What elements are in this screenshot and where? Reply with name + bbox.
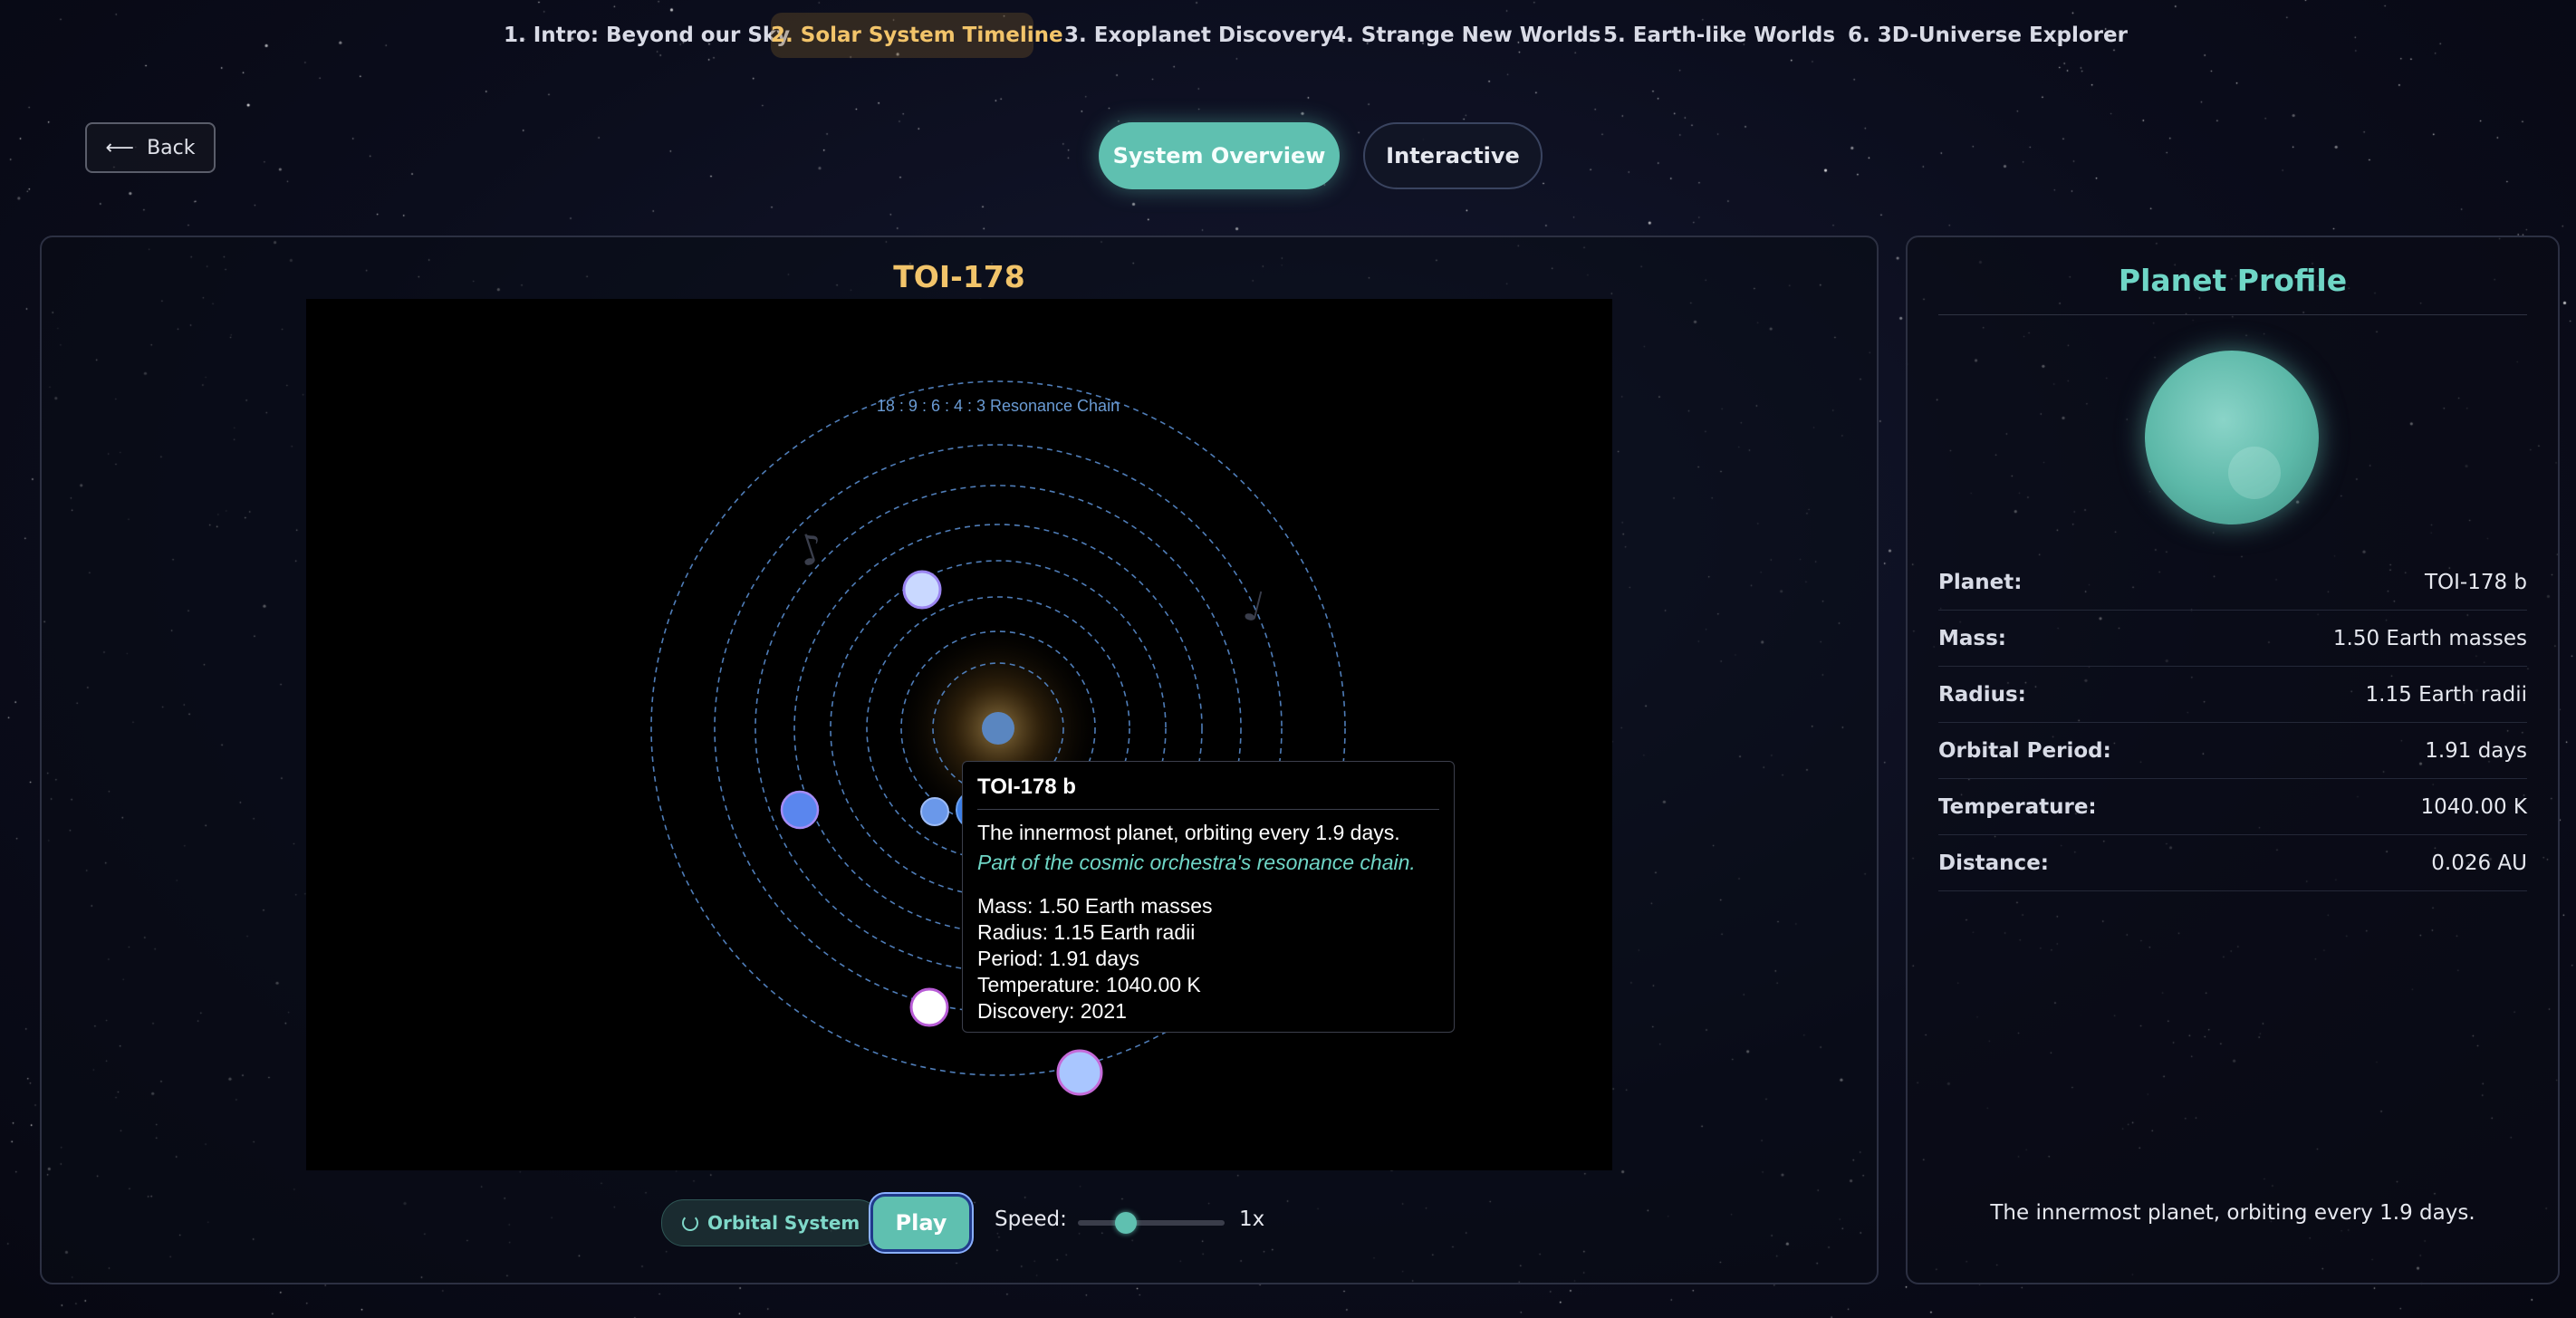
speed-slider-thumb[interactable] (1115, 1212, 1138, 1234)
tooltip-discovery: Discovery: 2021 (977, 999, 1127, 1023)
tooltip-note: Part of the cosmic orchestra's resonance… (977, 851, 1416, 874)
property-row-planet: Planet: TOI-178 b (1938, 554, 2527, 611)
property-label: Orbital Period: (1938, 738, 2111, 763)
planet-marker[interactable] (902, 570, 942, 610)
planet-marker[interactable] (982, 712, 1014, 745)
property-value: 0.026 AU (2431, 851, 2527, 875)
planet-tooltip: TOI-178 b The innermost planet, orbiting… (962, 761, 1455, 1033)
planet-profile-panel: Planet Profile Planet: TOI-178 b Mass: 1… (1906, 236, 2560, 1284)
property-value: 1.91 days (2425, 738, 2527, 763)
nav-tab-exoplanet-discovery[interactable]: 3. Exoplanet Discovery (1064, 13, 1333, 58)
speed-value: 1x (1239, 1207, 1265, 1231)
property-label: Mass: (1938, 626, 2006, 650)
property-row-distance: Distance: 0.026 AU (1938, 835, 2527, 891)
property-label: Temperature: (1938, 794, 2097, 819)
property-row-mass: Mass: 1.50 Earth masses (1938, 611, 2527, 667)
planet-marker[interactable] (780, 790, 820, 830)
planet-preview-image (2145, 351, 2319, 524)
property-label: Planet: (1938, 570, 2023, 594)
property-label: Distance: (1938, 851, 2049, 875)
property-row-temperature: Temperature: 1040.00 K (1938, 779, 2527, 835)
nav-tab-intro[interactable]: 1. Intro: Beyond our Sky (504, 13, 790, 58)
property-value: 1.15 Earth radii (2365, 682, 2527, 707)
property-value: 1.50 Earth masses (2332, 626, 2527, 650)
orbital-diagram: 18 : 9 : 6 : 4 : 3 Resonance Chain ♪ ♩ (650, 380, 1346, 1096)
planet-marker[interactable] (920, 797, 949, 826)
orbital-system-label: Orbital System (707, 1212, 860, 1234)
nav-tab-earth-like-worlds[interactable]: 5. Earth-like Worlds (1603, 13, 1835, 58)
profile-title: Planet Profile (1938, 263, 2527, 315)
back-button[interactable]: ⟵ Back (85, 122, 216, 173)
tooltip-description: The innermost planet, orbiting every 1.9… (977, 821, 1400, 844)
planet-marker[interactable] (909, 987, 949, 1027)
play-button[interactable]: Play (870, 1194, 972, 1252)
planet-marker[interactable] (1056, 1049, 1103, 1096)
resonance-chain-label: 18 : 9 : 6 : 4 : 3 Resonance Chain (877, 397, 1120, 415)
orbital-system-badge: Orbital System (661, 1199, 881, 1246)
music-note-icon: ♪ (791, 522, 831, 576)
speed-label: Speed: (995, 1207, 1067, 1231)
tooltip-mass: Mass: 1.50 Earth masses (977, 894, 1213, 918)
loading-ring-icon (682, 1215, 698, 1231)
back-button-label: Back (147, 136, 196, 159)
arrow-left-icon: ⟵ (105, 136, 135, 159)
playback-controls: Orbital System Play Speed: 1x (42, 1194, 1877, 1257)
tooltip-radius: Radius: 1.15 Earth radii (977, 920, 1196, 944)
interactive-button[interactable]: Interactive (1363, 122, 1543, 189)
tooltip-title: TOI-178 b (977, 774, 1439, 810)
nav-tab-solar-system-timeline[interactable]: 2. Solar System Timeline (771, 13, 1063, 58)
top-navigation: 1. Intro: Beyond our Sky 2. Solar System… (0, 13, 2576, 60)
property-value: TOI-178 b (2424, 570, 2527, 594)
property-row-radius: Radius: 1.15 Earth radii (1938, 667, 2527, 723)
planet-properties: Planet: TOI-178 b Mass: 1.50 Earth masse… (1938, 554, 2527, 891)
speed-slider[interactable] (1078, 1220, 1225, 1226)
orbit-canvas[interactable]: 18 : 9 : 6 : 4 : 3 Resonance Chain ♪ ♩ (306, 299, 1612, 1170)
tooltip-temperature: Temperature: 1040.00 K (977, 973, 1201, 996)
planet-description: The innermost planet, orbiting every 1.9… (1990, 1201, 2475, 1225)
tooltip-period: Period: 1.91 days (977, 947, 1140, 970)
property-row-orbital-period: Orbital Period: 1.91 days (1938, 723, 2527, 779)
property-value: 1040.00 K (2420, 794, 2527, 819)
music-note-icon: ♩ (1238, 580, 1269, 632)
system-overview-button[interactable]: System Overview (1099, 122, 1340, 189)
nav-tab-3d-universe-explorer[interactable]: 6. 3D-Universe Explorer (1848, 13, 2128, 58)
system-visualization-panel: TOI-178 18 : 9 : 6 : 4 : 3 Resonance Cha… (40, 236, 1879, 1284)
system-title: TOI-178 (893, 259, 1025, 294)
property-label: Radius: (1938, 682, 2026, 707)
nav-tab-strange-new-worlds[interactable]: 4. Strange New Worlds (1331, 13, 1600, 58)
